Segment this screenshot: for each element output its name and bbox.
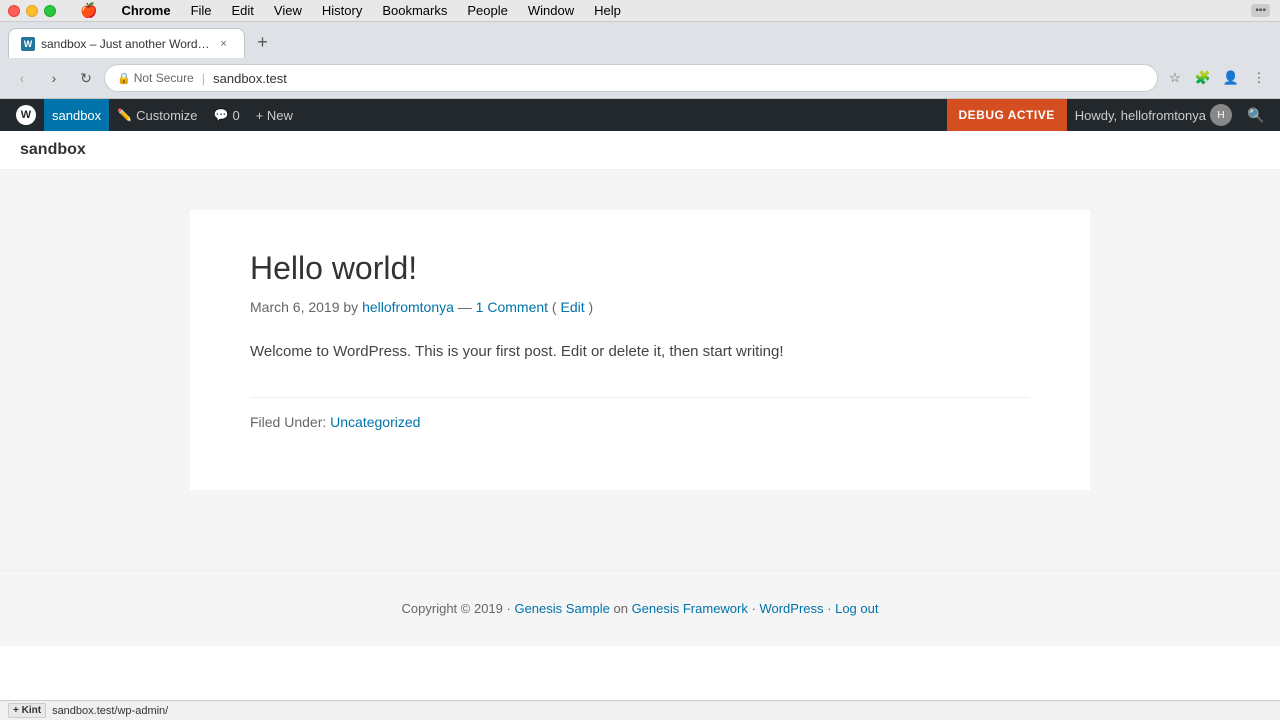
window-menu-item[interactable]: Window xyxy=(520,2,582,19)
title-bar-left: 🍎 Chrome File Edit View History Bookmark… xyxy=(8,1,629,20)
address-actions: ☆ 🧩 👤 ⋮ xyxy=(1162,65,1272,91)
wp-sandbox-link[interactable]: sandbox xyxy=(44,99,109,131)
url-display: sandbox.test xyxy=(213,71,287,86)
more-options-button[interactable]: ⋮ xyxy=(1246,65,1272,91)
file-menu-item[interactable]: File xyxy=(183,2,220,19)
footer-sep2: · xyxy=(827,601,835,616)
refresh-icon: ↻ xyxy=(80,70,92,87)
page-content: Hello world! March 6, 2019 by hellofromt… xyxy=(0,170,1280,570)
tab-bar: W sandbox – Just another Word… × + xyxy=(0,22,1280,58)
address-divider: | xyxy=(202,71,205,86)
post-footer: Filed Under: Uncategorized xyxy=(250,397,1030,430)
wp-logo-icon: W xyxy=(16,105,36,125)
footer-copyright: Copyright © 2019 · xyxy=(402,601,511,616)
wp-search-button[interactable]: 🔍 xyxy=(1240,99,1272,131)
post-content: Welcome to WordPress. This is your first… xyxy=(250,339,1030,365)
forward-button[interactable]: › xyxy=(40,64,68,92)
footer-on-text: on xyxy=(613,601,631,616)
post-meta: March 6, 2019 by hellofromtonya — 1 Comm… xyxy=(250,299,1030,315)
post-meta-paren-open: ( xyxy=(552,299,557,315)
user-avatar: H xyxy=(1210,104,1232,126)
view-menu-item[interactable]: View xyxy=(266,2,310,19)
address-input[interactable]: 🔒 Not Secure | sandbox.test xyxy=(104,64,1158,92)
logout-link[interactable]: Log out xyxy=(835,601,878,616)
comments-bubble-icon: 💬 xyxy=(214,108,229,122)
history-menu-item[interactable]: History xyxy=(314,2,370,19)
debug-active-badge: DEBUG ACTIVE xyxy=(947,99,1067,131)
post-edit-link[interactable]: Edit xyxy=(560,299,584,315)
post-title: Hello world! xyxy=(250,250,1030,287)
title-bar-right: ▪▪▪ xyxy=(1249,4,1272,17)
bookmarks-menu-item[interactable]: Bookmarks xyxy=(374,2,455,19)
back-button[interactable]: ‹ xyxy=(8,64,36,92)
apple-menu[interactable]: 🍎 xyxy=(72,1,105,20)
customize-pencil-icon: ✏️ xyxy=(117,108,132,122)
browser-chrome: W sandbox – Just another Word… × + ‹ › ↻… xyxy=(0,22,1280,99)
wp-admin-bar-right: DEBUG ACTIVE Howdy, hellofromtonya H 🔍 xyxy=(947,99,1273,131)
active-tab[interactable]: W sandbox – Just another Word… × xyxy=(8,28,245,58)
site-title: sandbox xyxy=(20,141,86,158)
edit-menu-item[interactable]: Edit xyxy=(224,2,262,19)
wp-new-link[interactable]: + New xyxy=(248,99,301,131)
new-tab-button[interactable]: + xyxy=(249,28,277,56)
lock-icon: 🔒 xyxy=(117,72,131,85)
kint-toggle[interactable]: + Kint xyxy=(8,703,46,718)
forward-icon: › xyxy=(52,70,57,86)
tab-favicon: W xyxy=(21,37,35,51)
wp-user-menu[interactable]: Howdy, hellofromtonya H xyxy=(1067,99,1240,131)
not-secure-indicator: 🔒 Not Secure xyxy=(117,71,194,85)
minimize-window-button[interactable] xyxy=(26,5,38,17)
status-url: sandbox.test/wp-admin/ xyxy=(52,705,168,717)
post-meta-paren-close: ) xyxy=(589,299,594,315)
wp-comments-link[interactable]: 💬 0 xyxy=(206,99,248,131)
post-category-link[interactable]: Uncategorized xyxy=(330,414,420,430)
close-window-button[interactable] xyxy=(8,5,20,17)
genesis-sample-link[interactable]: Genesis Sample xyxy=(514,601,609,616)
title-bar: 🍎 Chrome File Edit View History Bookmark… xyxy=(0,0,1280,22)
tab-title: sandbox – Just another Word… xyxy=(41,37,210,51)
extensions-button[interactable]: 🧩 xyxy=(1190,65,1216,91)
help-menu-item[interactable]: Help xyxy=(586,2,629,19)
wordpress-link[interactable]: WordPress xyxy=(759,601,823,616)
refresh-button[interactable]: ↻ xyxy=(72,64,100,92)
content-area: Hello world! March 6, 2019 by hellofromt… xyxy=(190,210,1090,490)
wp-logo-button[interactable]: W xyxy=(8,99,44,131)
site-footer: Copyright © 2019 · Genesis Sample on Gen… xyxy=(0,570,1280,646)
chrome-menu-item[interactable]: Chrome xyxy=(113,2,178,19)
menu-bar: 🍎 Chrome File Edit View History Bookmark… xyxy=(72,1,629,20)
genesis-framework-link[interactable]: Genesis Framework xyxy=(632,601,748,616)
filed-under-label: Filed Under: xyxy=(250,414,326,430)
wp-customize-link[interactable]: ✏️ Customize xyxy=(109,99,205,131)
maximize-window-button[interactable] xyxy=(44,5,56,17)
address-bar: ‹ › ↻ 🔒 Not Secure | sandbox.test ☆ 🧩 👤 … xyxy=(0,58,1280,98)
wp-admin-bar: W sandbox ✏️ Customize 💬 0 + New DEBUG A… xyxy=(0,99,1280,131)
profile-button[interactable]: 👤 xyxy=(1218,65,1244,91)
back-icon: ‹ xyxy=(20,70,25,86)
status-bar: + Kint sandbox.test/wp-admin/ xyxy=(0,700,1280,720)
post-comments-link[interactable]: 1 Comment xyxy=(476,299,548,315)
post-author-link[interactable]: hellofromtonya xyxy=(362,299,454,315)
bookmark-star-button[interactable]: ☆ xyxy=(1162,65,1188,91)
tab-close-button[interactable]: × xyxy=(216,36,232,52)
people-menu-item[interactable]: People xyxy=(459,2,515,19)
traffic-lights xyxy=(8,5,56,17)
site-header-bar: sandbox xyxy=(0,131,1280,170)
post-date: March 6, 2019 by xyxy=(250,299,362,315)
post-meta-separator: — xyxy=(458,299,476,315)
sys-status-icon: ▪▪▪ xyxy=(1251,4,1270,17)
